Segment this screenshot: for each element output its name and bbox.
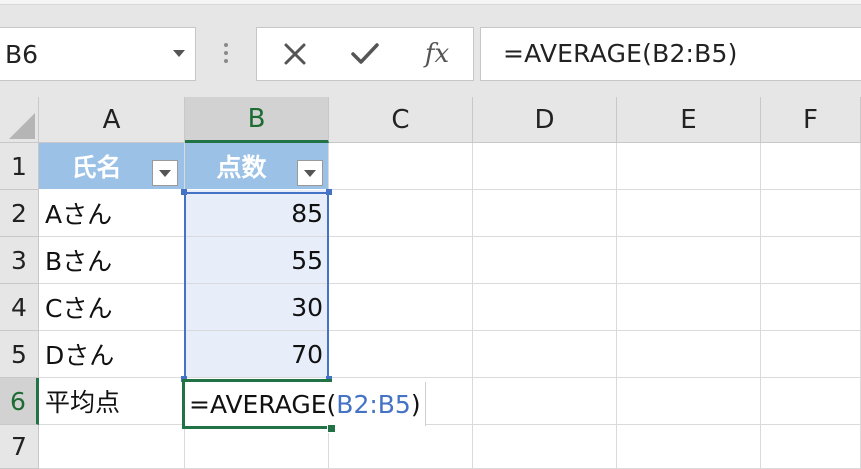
cell-b7[interactable] xyxy=(185,425,329,469)
x-icon xyxy=(284,43,306,65)
column-header-d[interactable]: D xyxy=(473,97,617,143)
cell-d4[interactable] xyxy=(473,284,617,331)
select-all-button[interactable] xyxy=(0,97,39,143)
row-header-6[interactable]: 6 xyxy=(0,378,39,425)
column-header-b[interactable]: B xyxy=(185,97,329,143)
grip-dots-icon[interactable] xyxy=(224,43,228,67)
cell-c7[interactable] xyxy=(329,425,473,469)
formula-input[interactable]: =AVERAGE(B2:B5) xyxy=(480,27,861,81)
row-header-2[interactable]: 2 xyxy=(0,190,39,237)
column-header-e[interactable]: E xyxy=(617,97,761,143)
cell-b4[interactable]: 30 xyxy=(185,284,329,331)
cell-e5[interactable] xyxy=(617,331,761,378)
cell-b3[interactable]: 55 xyxy=(185,237,329,284)
name-box-value: B6 xyxy=(5,40,39,69)
row-header-7[interactable]: 7 xyxy=(0,425,39,469)
chevron-down-icon xyxy=(304,169,316,177)
cell-c4[interactable] xyxy=(329,284,473,331)
cell-f5[interactable] xyxy=(761,331,861,378)
range-handle-tr[interactable] xyxy=(326,189,332,195)
chevron-down-icon[interactable] xyxy=(173,50,185,57)
row-header-5[interactable]: 5 xyxy=(0,331,39,378)
row-header-1[interactable]: 1 xyxy=(0,143,39,190)
enter-button[interactable] xyxy=(335,28,395,80)
cell-e1[interactable] xyxy=(617,143,761,190)
table-header-name: 氏名 xyxy=(71,153,122,182)
cell-e7[interactable] xyxy=(617,425,761,469)
edit-suffix: ) xyxy=(410,389,421,419)
cell-a5[interactable]: Dさん xyxy=(39,331,185,378)
worksheet-grid: A B C D E F 1 2 3 4 5 6 7 氏名 点数 Aさん 85 B… xyxy=(0,97,861,469)
filter-button-name[interactable] xyxy=(152,160,178,186)
row-header-3[interactable]: 3 xyxy=(0,237,39,284)
edit-range-ref: B2:B5 xyxy=(336,389,411,419)
check-icon xyxy=(351,43,379,64)
cell-f6[interactable] xyxy=(761,378,861,425)
fill-handle[interactable] xyxy=(327,424,336,433)
cell-f2[interactable] xyxy=(761,190,861,237)
filter-button-score[interactable] xyxy=(297,160,323,186)
cell-a4[interactable]: Cさん xyxy=(39,284,185,331)
row-header-4[interactable]: 4 xyxy=(0,284,39,331)
cell-d7[interactable] xyxy=(473,425,617,469)
cell-d2[interactable] xyxy=(473,190,617,237)
column-header-c[interactable]: C xyxy=(329,97,473,143)
cell-d1[interactable] xyxy=(473,143,617,190)
cell-e2[interactable] xyxy=(617,190,761,237)
insert-function-button[interactable]: fx xyxy=(407,28,467,80)
cell-c5[interactable] xyxy=(329,331,473,378)
cell-b2[interactable]: 85 xyxy=(185,190,329,237)
function-icon: fx xyxy=(424,39,450,69)
column-header-a[interactable]: A xyxy=(39,97,185,143)
cell-d5[interactable] xyxy=(473,331,617,378)
cell-a3[interactable]: Bさん xyxy=(39,237,185,284)
cell-c2[interactable] xyxy=(329,190,473,237)
cell-d3[interactable] xyxy=(473,237,617,284)
cell-e6[interactable] xyxy=(617,378,761,425)
cell-a6[interactable]: 平均点 xyxy=(39,378,185,425)
range-handle-tl[interactable] xyxy=(181,189,187,195)
formula-bar-area: B6 fx =AVERAGE(B2:B5) xyxy=(0,5,861,97)
cell-e3[interactable] xyxy=(617,237,761,284)
table-header-score: 点数 xyxy=(216,153,267,182)
cell-a7[interactable] xyxy=(39,425,185,469)
cell-f1[interactable] xyxy=(761,143,861,190)
name-box[interactable]: B6 xyxy=(0,27,196,81)
cell-f4[interactable] xyxy=(761,284,861,331)
cell-f7[interactable] xyxy=(761,425,861,469)
edit-prefix: =AVERAGE( xyxy=(189,389,337,419)
column-header-f[interactable]: F xyxy=(761,97,861,143)
cell-c3[interactable] xyxy=(329,237,473,284)
cancel-button[interactable] xyxy=(265,28,325,80)
cell-f3[interactable] xyxy=(761,237,861,284)
cell-b5[interactable]: 70 xyxy=(185,331,329,378)
cell-c1[interactable] xyxy=(329,143,473,190)
chevron-down-icon xyxy=(159,169,171,177)
in-cell-editor[interactable]: =AVERAGE(B2:B5) xyxy=(189,382,426,426)
cell-a2[interactable]: Aさん xyxy=(39,190,185,237)
cell-d6[interactable] xyxy=(473,378,617,425)
formula-buttons: fx xyxy=(256,27,474,81)
cell-e4[interactable] xyxy=(617,284,761,331)
formula-text: =AVERAGE(B2:B5) xyxy=(503,39,738,68)
